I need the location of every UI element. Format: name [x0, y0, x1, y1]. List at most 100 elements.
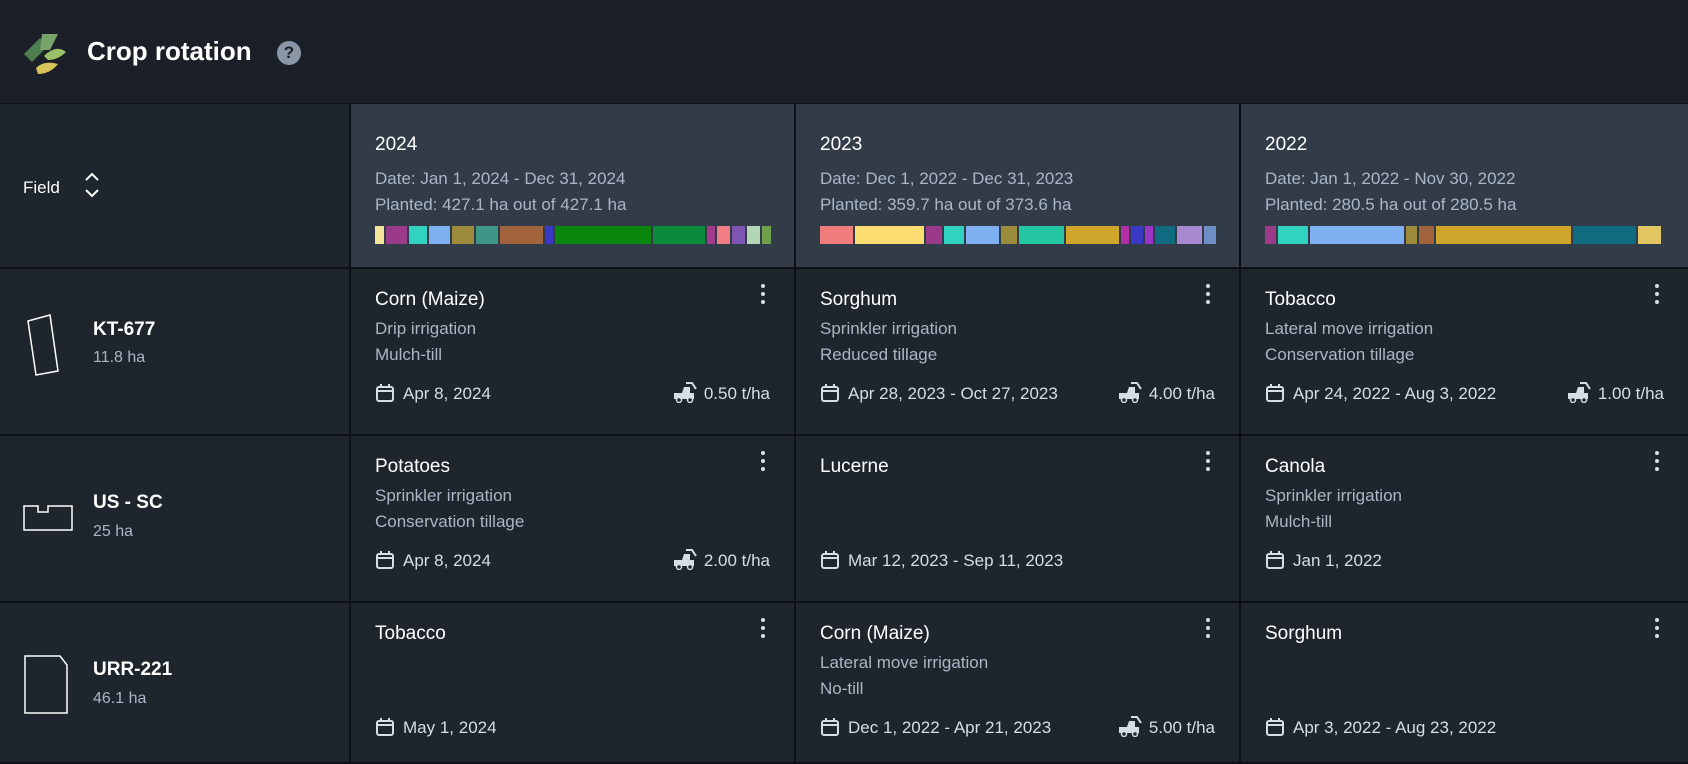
year-title: 2022 — [1265, 134, 1308, 155]
crop-bar-segment[interactable] — [762, 226, 771, 244]
more-options-icon[interactable] — [760, 451, 766, 473]
crop-bar-segment[interactable] — [706, 226, 716, 244]
tillage-type: Conservation tillage — [375, 512, 525, 531]
crop-bar-segment[interactable] — [1572, 226, 1637, 244]
more-options-icon[interactable] — [1205, 451, 1211, 473]
field-row-header[interactable]: URR-221 46.1 ha — [0, 603, 351, 764]
year-date-range: Date: Jan 1, 2022 - Nov 30, 2022 — [1265, 169, 1516, 188]
more-options-icon[interactable] — [760, 618, 766, 640]
crop-name: Tobacco — [375, 623, 446, 644]
irrigation-type: Drip irrigation — [375, 319, 477, 338]
year-date-range: Date: Dec 1, 2022 - Dec 31, 2023 — [820, 169, 1074, 188]
crop-bar-segment[interactable] — [732, 226, 746, 244]
tillage-type: Mulch-till — [1265, 512, 1333, 531]
crop-bar-segment[interactable] — [854, 226, 924, 244]
crop-bar-segment[interactable] — [428, 226, 451, 244]
crop-card[interactable]: Sorghum Sprinkler irrigation Reduced til… — [796, 269, 1241, 436]
crop-bar-segment[interactable] — [1405, 226, 1418, 244]
crop-bar-segment[interactable] — [499, 226, 543, 244]
irrigation-type: Sprinkler irrigation — [1265, 486, 1402, 505]
year-column-header: 2022 Date: Jan 1, 2022 - Nov 30, 2022 Pl… — [1241, 104, 1688, 269]
crop-bar-segment[interactable] — [820, 226, 853, 244]
calendar-icon — [1266, 384, 1284, 402]
crop-bar-segment[interactable] — [1120, 226, 1129, 244]
crop-bar-segment[interactable] — [652, 226, 705, 244]
crop-bar-segment[interactable] — [1265, 226, 1277, 244]
crop-bar-segment[interactable] — [1144, 226, 1153, 244]
crop-card[interactable]: Tobacco May 1, 2024 — [351, 603, 796, 764]
calendar-icon — [821, 718, 839, 736]
field-name: US - SC — [93, 492, 163, 513]
crop-name: Lucerne — [820, 456, 889, 477]
crop-dates: Apr 8, 2024 — [403, 551, 491, 570]
crop-bar-segment[interactable] — [1018, 226, 1064, 244]
crop-dates: Jan 1, 2022 — [1293, 551, 1382, 570]
year-title: 2024 — [375, 134, 418, 155]
tillage-type: No-till — [820, 679, 864, 698]
crop-card[interactable]: Corn (Maize) Lateral move irrigation No-… — [796, 603, 1241, 764]
field-area: 25 ha — [93, 523, 134, 540]
crop-bar-segment[interactable] — [544, 226, 554, 244]
crop-bar-segment[interactable] — [1419, 226, 1435, 244]
crop-card[interactable]: Canola Sprinkler irrigation Mulch-till J… — [1241, 436, 1688, 603]
sort-icon[interactable] — [83, 170, 101, 200]
harvester-icon — [674, 549, 697, 570]
crop-card[interactable]: Sorghum Apr 3, 2022 - Aug 23, 2022 — [1241, 603, 1688, 764]
more-options-icon[interactable] — [1205, 284, 1211, 306]
field-column-header[interactable]: Field — [0, 104, 351, 269]
tillage-type: Conservation tillage — [1265, 345, 1415, 364]
crop-bar-segment[interactable] — [717, 226, 731, 244]
year-column-header: 2023 Date: Dec 1, 2022 - Dec 31, 2023 Pl… — [796, 104, 1241, 269]
crop-bar-segment[interactable] — [475, 226, 498, 244]
crop-bar-segment[interactable] — [943, 226, 965, 244]
crop-bar-segment[interactable] — [1065, 226, 1119, 244]
harvester-icon — [674, 382, 697, 403]
crop-bar-segment[interactable] — [1310, 226, 1404, 244]
more-options-icon[interactable] — [1205, 618, 1211, 640]
crop-card[interactable]: Lucerne Mar 12, 2023 - Sep 11, 2023 — [796, 436, 1241, 603]
crop-bar-segment[interactable] — [747, 226, 761, 244]
crop-name: Sorghum — [1265, 623, 1343, 644]
year-title: 2023 — [820, 134, 863, 155]
question-circle-icon[interactable]: ? — [277, 41, 301, 65]
crop-bar-segment[interactable] — [925, 226, 942, 244]
crop-bar-segment[interactable] — [555, 226, 651, 244]
crop-card[interactable]: Tobacco Lateral move irrigation Conserva… — [1241, 269, 1688, 436]
calendar-icon — [376, 384, 394, 402]
crop-bar-segment[interactable] — [1177, 226, 1202, 244]
crop-bar-segment[interactable] — [1638, 226, 1661, 244]
crop-name: Potatoes — [375, 456, 450, 477]
field-column-label: Field — [23, 178, 60, 197]
more-options-icon[interactable] — [760, 284, 766, 306]
crop-card[interactable]: Corn (Maize) Drip irrigation Mulch-till … — [351, 269, 796, 436]
crop-bar-segment[interactable] — [1130, 226, 1143, 244]
crop-dates: Apr 24, 2022 - Aug 3, 2022 — [1293, 384, 1497, 403]
crop-bar-segment[interactable] — [1203, 226, 1216, 244]
crop-bar-segment[interactable] — [385, 226, 408, 244]
field-row-header[interactable]: KT-677 11.8 ha — [0, 269, 351, 436]
year-planted-area: Planted: 280.5 ha out of 280.5 ha — [1265, 195, 1517, 214]
crop-bar-segment[interactable] — [409, 226, 427, 244]
crop-yield: 1.00 t/ha — [1597, 384, 1664, 403]
crop-yield: 2.00 t/ha — [703, 551, 770, 570]
field-row-header[interactable]: US - SC 25 ha — [0, 436, 351, 603]
crop-bar-segment[interactable] — [1000, 226, 1017, 244]
crop-dates: Apr 28, 2023 - Oct 27, 2023 — [848, 384, 1058, 403]
crop-bar-segment[interactable] — [966, 226, 999, 244]
crop-bar-segment[interactable] — [375, 226, 384, 244]
crop-dates: Mar 12, 2023 - Sep 11, 2023 — [848, 551, 1064, 570]
more-options-icon[interactable] — [1654, 618, 1660, 640]
crop-bar-segment[interactable] — [452, 226, 474, 244]
crop-bar-segment[interactable] — [1154, 226, 1176, 244]
harvester-icon — [1119, 716, 1142, 737]
irrigation-type: Lateral move irrigation — [1265, 319, 1434, 338]
crop-yield: 5.00 t/ha — [1148, 718, 1215, 737]
crop-card[interactable]: Potatoes Sprinkler irrigation Conservati… — [351, 436, 796, 603]
field-shape-icon — [24, 655, 68, 714]
field-area: 11.8 ha — [93, 349, 146, 366]
crop-bar-segment[interactable] — [1436, 226, 1571, 244]
field-name: KT-677 — [93, 319, 156, 340]
more-options-icon[interactable] — [1654, 451, 1660, 473]
more-options-icon[interactable] — [1654, 284, 1660, 306]
crop-bar-segment[interactable] — [1278, 226, 1309, 244]
